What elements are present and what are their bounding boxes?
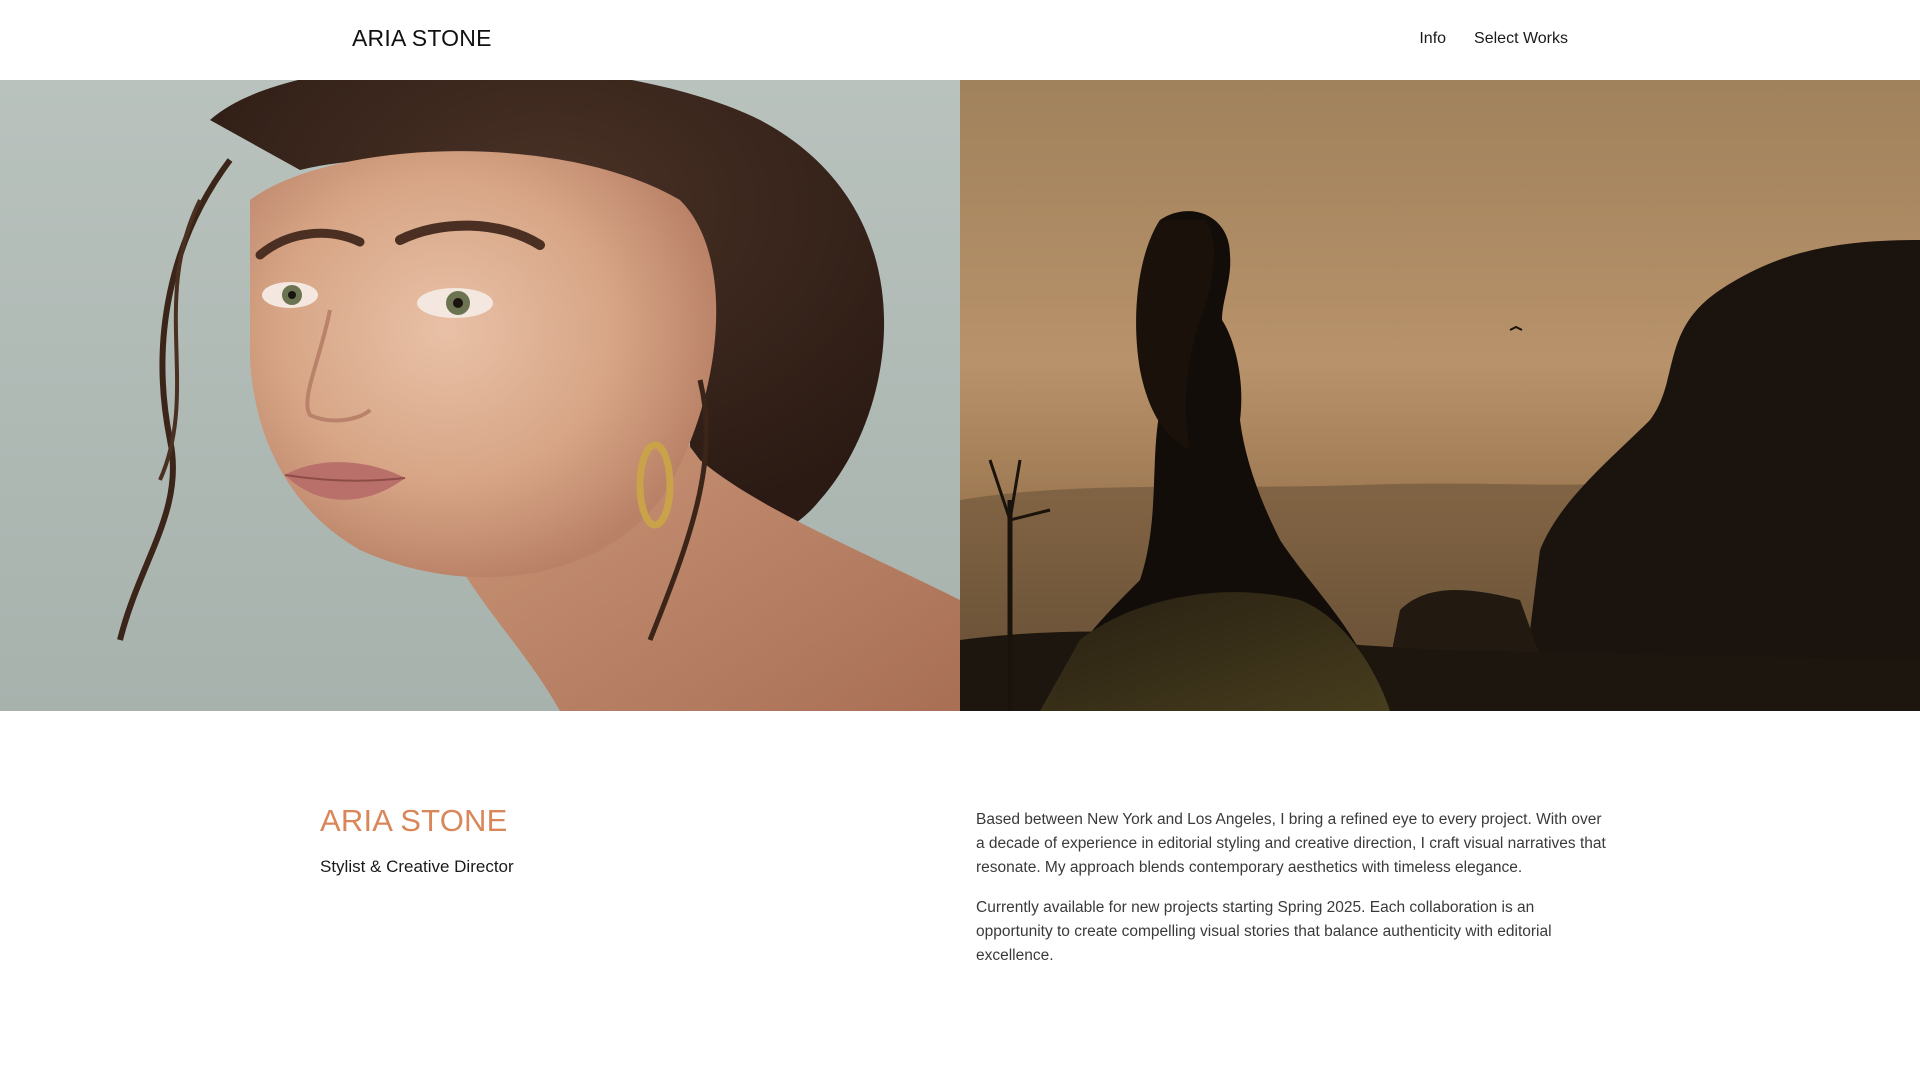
nav-link-select-works[interactable]: Select Works bbox=[1474, 30, 1568, 48]
about-paragraph: Currently available for new projects sta… bbox=[976, 899, 1552, 964]
about-paragraph: Based between New York and Los Angeles, … bbox=[976, 811, 1606, 876]
hero-gallery bbox=[0, 80, 1920, 711]
portrait-image bbox=[0, 80, 960, 711]
site-header: ARIA STONE Info Select Works bbox=[0, 0, 1920, 80]
about-name-heading: ARIA STONE bbox=[320, 803, 508, 838]
hero-image-portrait bbox=[0, 80, 960, 711]
brand-logo-link[interactable]: ARIA STONE bbox=[352, 25, 492, 52]
main-nav: Info Select Works bbox=[1419, 30, 1568, 48]
about-role-subtitle: Stylist & Creative Director bbox=[320, 857, 514, 876]
nav-link-info[interactable]: Info bbox=[1419, 30, 1446, 48]
silhouette-image bbox=[960, 80, 1920, 711]
about-description: Based between New York and Los Angeles, … bbox=[976, 808, 1606, 984]
hero-image-silhouette bbox=[960, 80, 1920, 711]
